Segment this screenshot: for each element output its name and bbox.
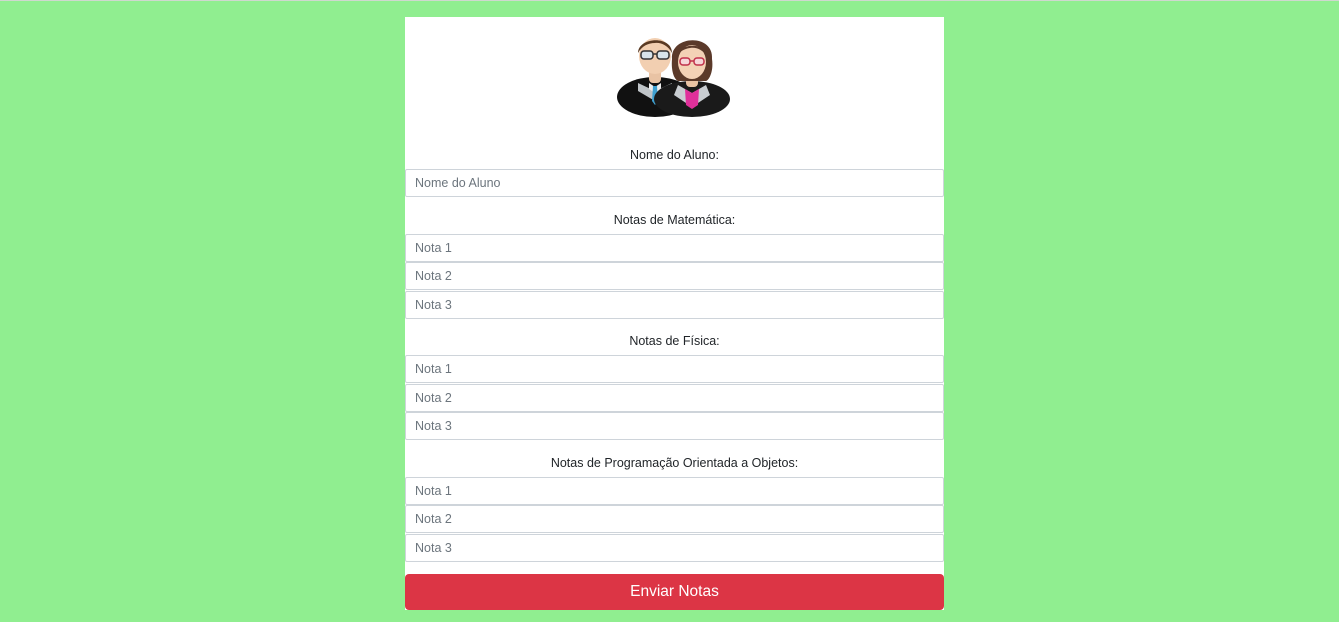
math-grade-1-input[interactable] (405, 234, 944, 262)
physics-grade-1-input[interactable] (405, 355, 944, 383)
student-name-input[interactable] (405, 169, 944, 197)
oop-grade-1-input[interactable] (405, 477, 944, 505)
submit-grades-button[interactable]: Enviar Notas (405, 574, 944, 610)
physics-grade-2-input[interactable] (405, 384, 944, 412)
math-grade-3-input[interactable] (405, 291, 944, 319)
oop-grades-label: Notas de Programação Orientada a Objetos… (550, 456, 799, 470)
grades-form-card: Nome do Aluno: Notas de Matemática: Nota… (405, 17, 944, 610)
physics-grades-label: Notas de Física: (629, 334, 720, 348)
people-icon (617, 38, 730, 117)
top-divider (0, 0, 1339, 1)
math-grades-label: Notas de Matemática: (613, 213, 736, 227)
page: Nome do Aluno: Notas de Matemática: Nota… (0, 0, 1339, 622)
student-name-label: Nome do Aluno: (630, 148, 719, 162)
math-grade-2-input[interactable] (405, 262, 944, 290)
physics-grade-3-input[interactable] (405, 412, 944, 440)
oop-grade-3-input[interactable] (405, 534, 944, 562)
avatar-area (405, 17, 944, 127)
oop-grade-2-input[interactable] (405, 505, 944, 533)
